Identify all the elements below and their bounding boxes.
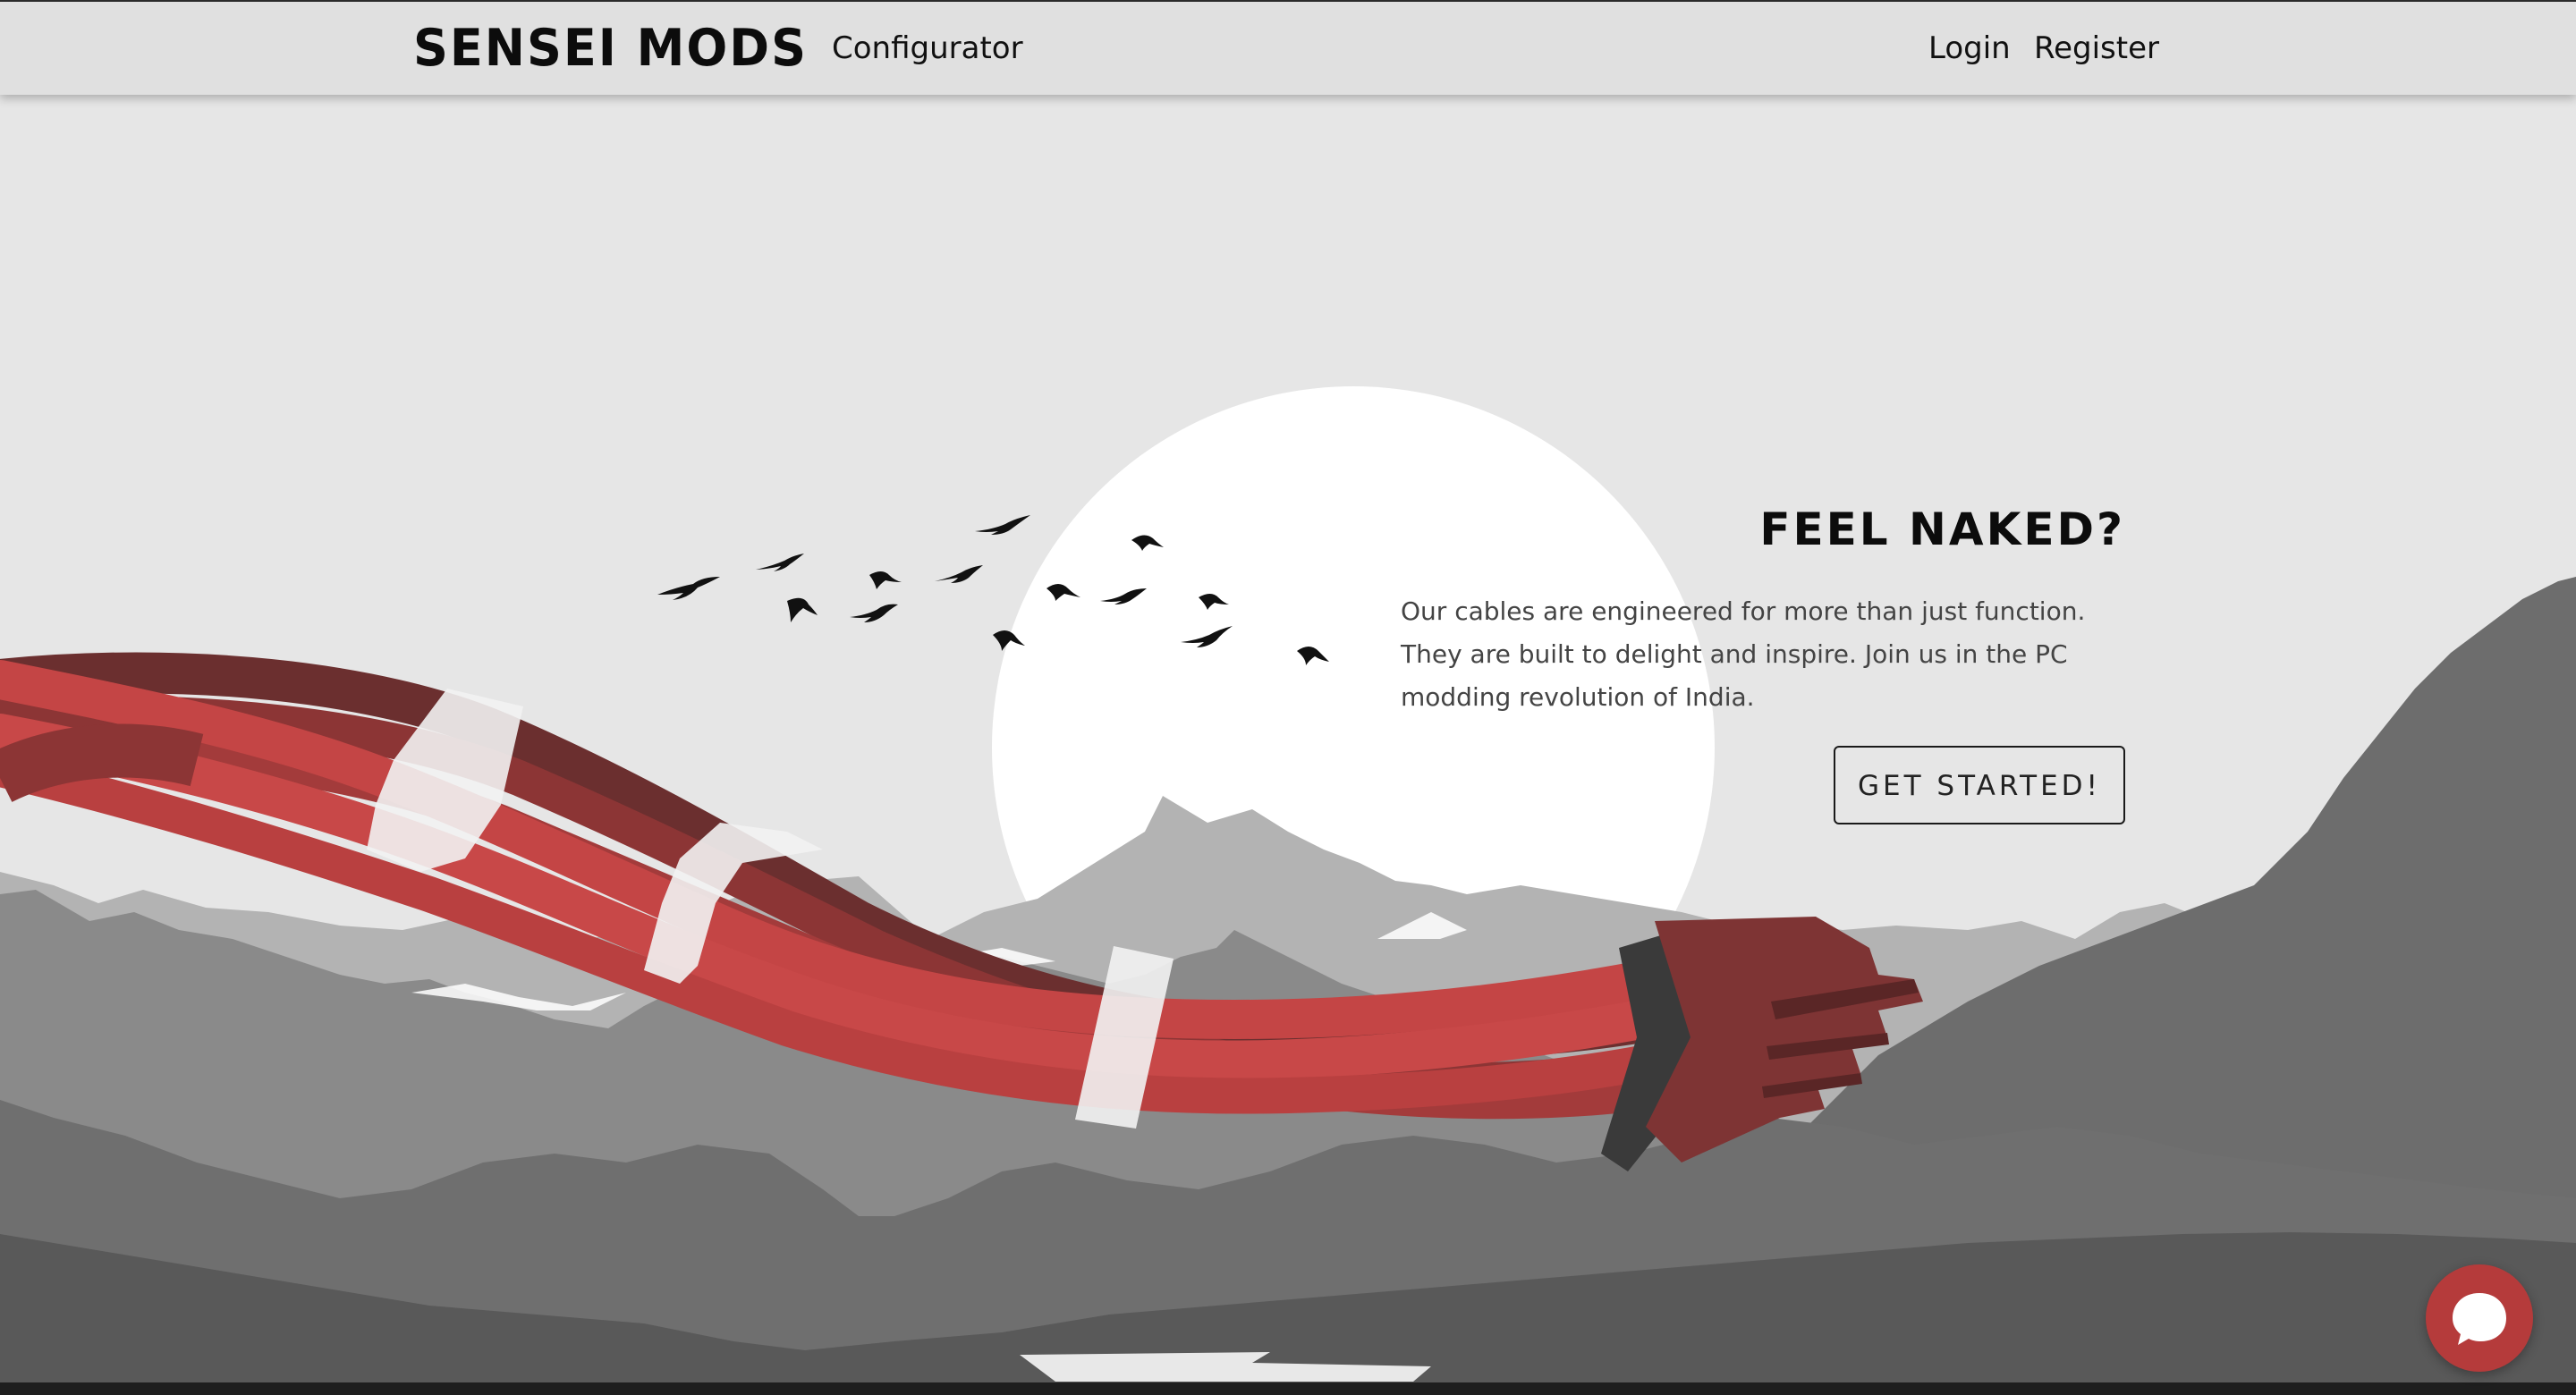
chat-launcher-button[interactable] (2426, 1264, 2533, 1372)
hero-description: Our cables are engineered for more than … (1401, 596, 2086, 712)
brand-logo[interactable]: SENSEI MODS (413, 18, 808, 78)
navbar: SENSEI MODS Configurator Login Register (0, 0, 2576, 95)
hero-content: FEEL NAKED? Our cables are engineered fo… (1401, 501, 2125, 824)
hero-illustration (0, 0, 2576, 1395)
chat-bubble-icon (2453, 1293, 2506, 1345)
bottom-strip (0, 1382, 2576, 1395)
nav-configurator-link[interactable]: Configurator (832, 29, 1023, 68)
cable-left-loop (0, 723, 204, 803)
get-started-button[interactable]: GET STARTED! (1834, 746, 2125, 824)
nav-register-link[interactable]: Register (2034, 29, 2159, 68)
cta-wrapper: GET STARTED! (1401, 746, 2125, 824)
hero-title: FEEL NAKED? (1759, 503, 2125, 555)
page: SENSEI MODS Configurator Login Register … (0, 0, 2576, 1395)
nav-login-link[interactable]: Login (1928, 29, 2011, 68)
